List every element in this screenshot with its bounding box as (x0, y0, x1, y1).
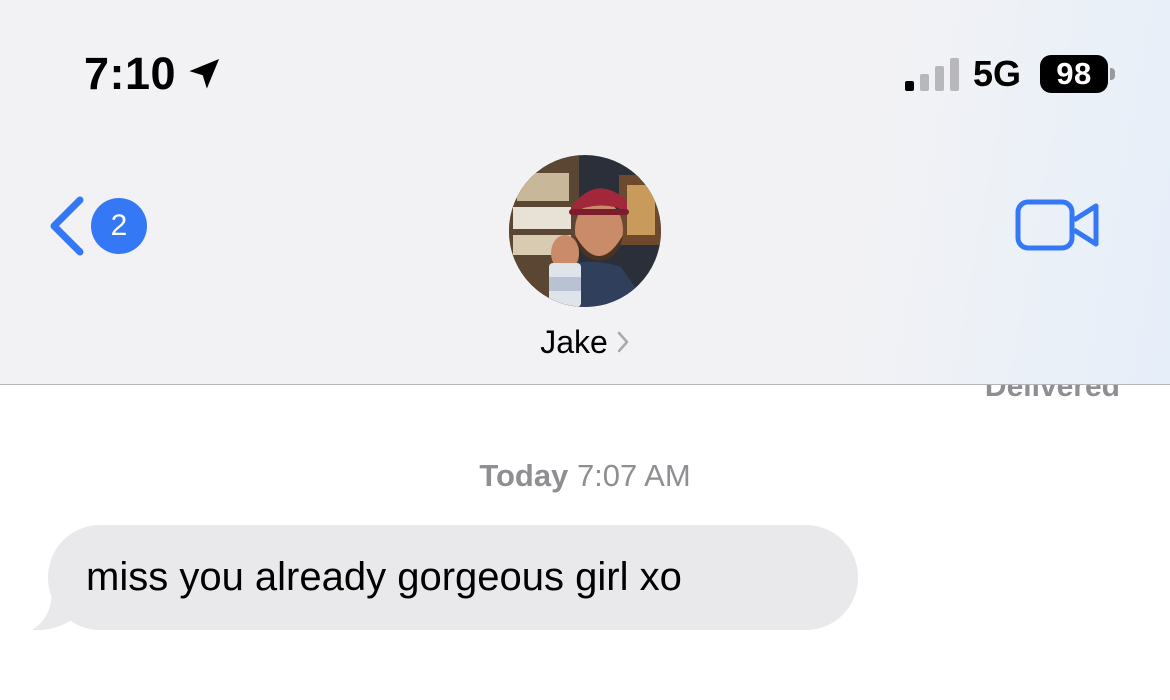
location-arrow-icon (189, 58, 220, 89)
timestamp-day: Today (479, 458, 569, 493)
conversation-header: 7:10 5G 98 2 Jake (0, 0, 1170, 385)
chevron-right-icon (617, 331, 629, 353)
battery-indicator: 98 (1040, 55, 1108, 93)
messages-screen: Delivered 7:10 5G 98 2 Jake Today 7:07 A… (0, 0, 1170, 700)
message-text: miss you already gorgeous girl xo (86, 555, 682, 599)
video-camera-icon[interactable] (1014, 198, 1102, 254)
timestamp-time: 7:07 AM (576, 458, 691, 493)
message-timestamp: Today 7:07 AM (0, 458, 1170, 494)
battery-tip (1110, 68, 1115, 80)
contact-name: Jake (540, 323, 608, 360)
avatar (509, 155, 661, 307)
status-time: 7:10 (84, 48, 177, 99)
incoming-message-bubble[interactable]: miss you already gorgeous girl xo (48, 525, 858, 630)
contact-details-button[interactable]: Jake (485, 155, 685, 370)
cellular-signal-icon (905, 58, 959, 91)
contact-name-row: Jake (485, 320, 685, 364)
chevron-left-icon (50, 196, 84, 256)
network-type: 5G (973, 53, 1022, 94)
avatar-photo (509, 155, 661, 307)
unread-count-badge: 2 (91, 198, 147, 254)
battery-percent: 98 (1056, 56, 1092, 91)
back-button[interactable]: 2 (46, 190, 156, 260)
